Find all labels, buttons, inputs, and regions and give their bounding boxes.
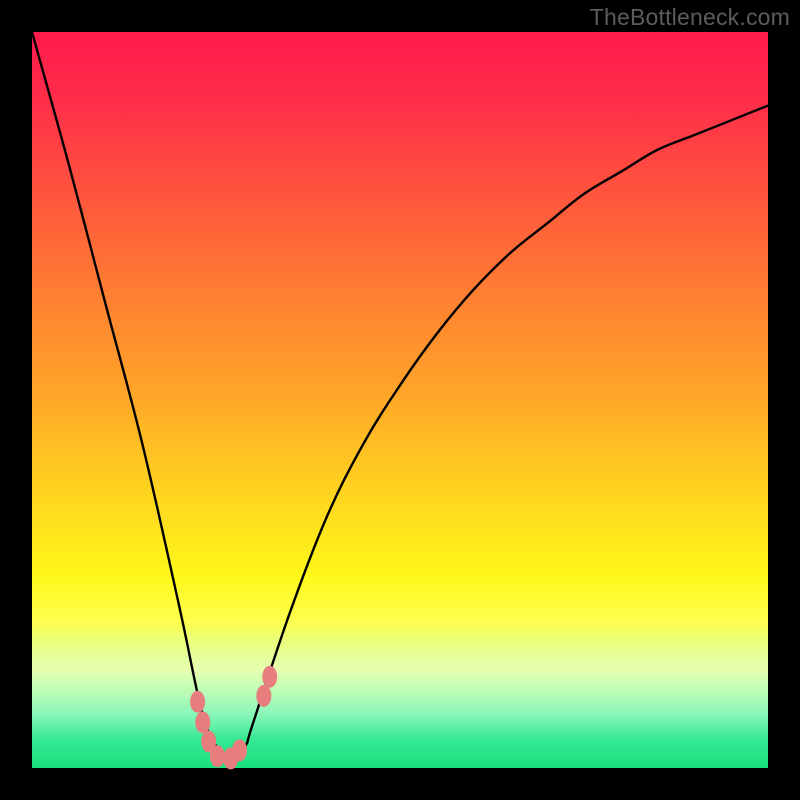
curve-marker (256, 685, 271, 707)
chart-frame: TheBottleneck.com (0, 0, 800, 800)
chart-svg (32, 32, 768, 768)
plot-area (32, 32, 768, 768)
curve-marker (262, 666, 277, 688)
bottleneck-curve (32, 32, 768, 761)
curve-marker (210, 745, 225, 767)
curve-marker (190, 691, 205, 713)
curve-marker (232, 739, 247, 761)
curve-markers (190, 666, 277, 770)
curve-marker (195, 711, 210, 733)
watermark-text: TheBottleneck.com (590, 4, 790, 31)
